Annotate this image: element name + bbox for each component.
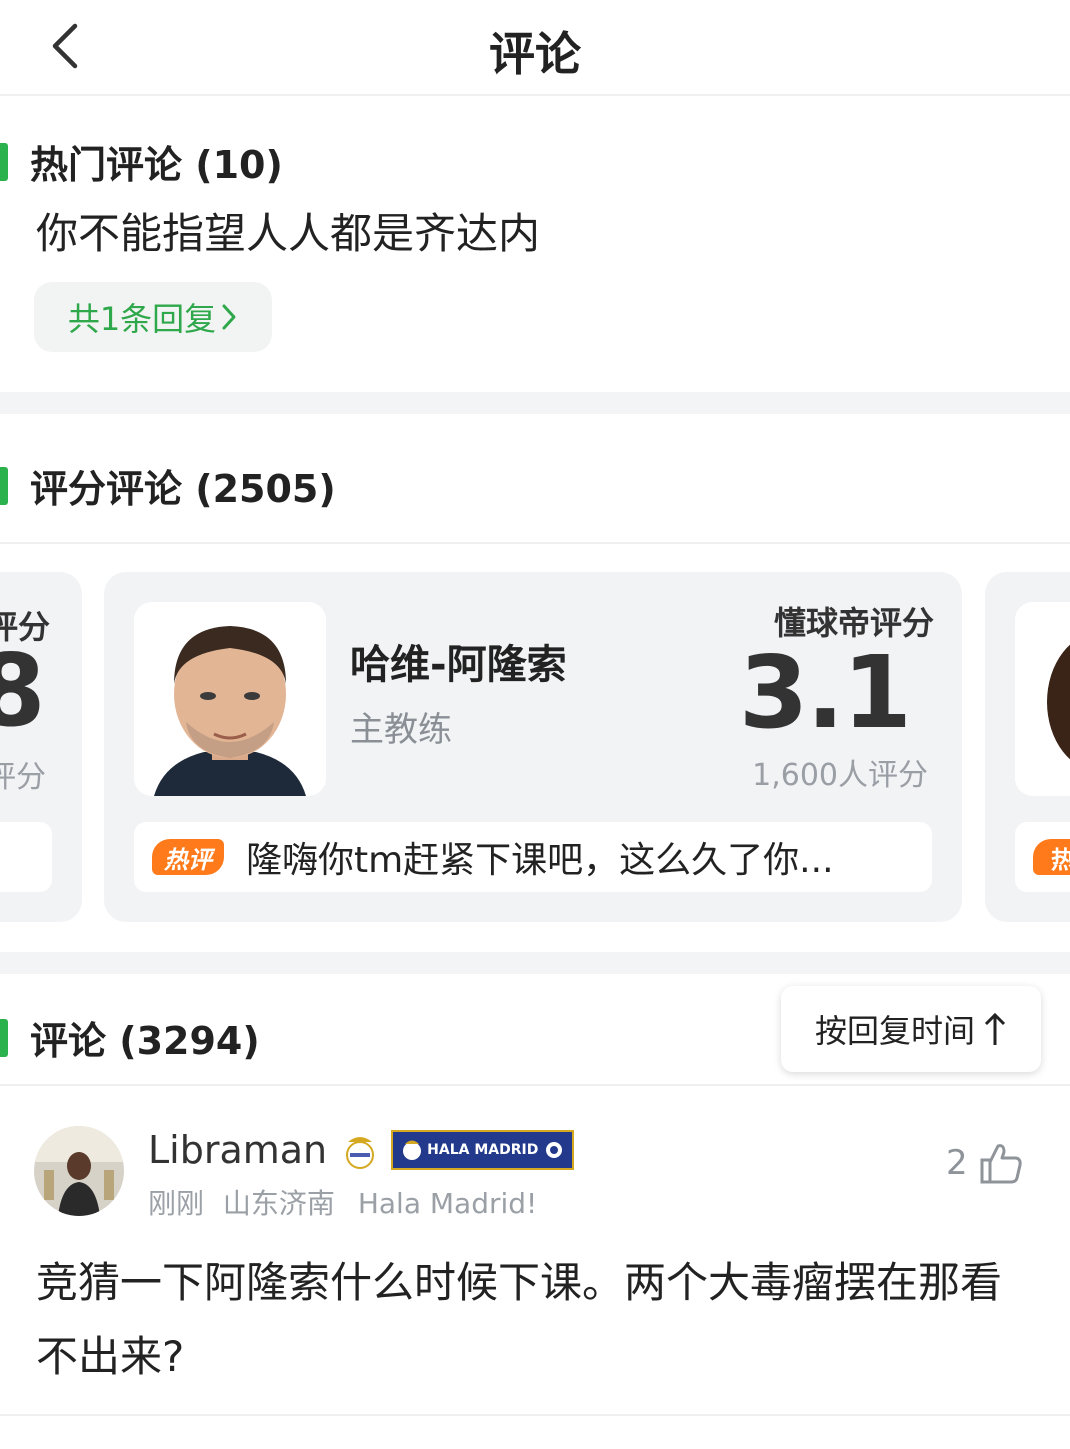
like-count: 2 bbox=[946, 1143, 968, 1183]
divider-line bbox=[0, 1084, 1070, 1086]
crest-icon bbox=[403, 1140, 422, 1160]
section-accent-bar bbox=[0, 466, 8, 505]
divider-line bbox=[0, 542, 1070, 544]
comment-time: 刚刚 bbox=[148, 1187, 205, 1220]
player-role: 主教练 bbox=[350, 710, 452, 750]
sort-button[interactable]: 按回复时间 bbox=[781, 986, 1041, 1072]
fan-badge-text: HALA MADRID bbox=[427, 1142, 539, 1158]
user-signature: Hala Madrid! bbox=[357, 1187, 538, 1220]
score-value: 3.1 bbox=[738, 634, 912, 751]
chevron-right-icon bbox=[222, 304, 236, 330]
section-divider bbox=[0, 952, 1070, 974]
thumbs-up-icon bbox=[980, 1144, 1022, 1184]
rating-comments-header: 评分评论 (2505) bbox=[0, 458, 336, 513]
rating-card-prev[interactable]: 评分 8 评分 bbox=[0, 572, 82, 922]
comment-username[interactable]: Libraman HALA MADRID bbox=[148, 1128, 575, 1172]
rating-card-next[interactable]: 热 bbox=[985, 572, 1070, 922]
hot-review-text: 隆嗨你tm赶紧下课吧，这么久了你... bbox=[246, 840, 834, 881]
score-count: 评分 bbox=[0, 760, 46, 795]
fan-badge: HALA MADRID bbox=[391, 1130, 575, 1170]
hot-comments-title: 热门评论 (10) bbox=[30, 143, 283, 187]
divider-line bbox=[0, 1414, 1070, 1416]
comment-meta: 刚刚 山东济南 Hala Madrid! bbox=[148, 1182, 537, 1222]
top-bar: 评论 bbox=[0, 0, 1070, 96]
hot-comment-bar[interactable]: 热评 隆嗨你tm赶紧下课吧，这么久了你... bbox=[134, 822, 932, 892]
hot-comment-bar: 热 bbox=[1015, 822, 1070, 892]
section-divider bbox=[0, 392, 1070, 414]
score-count: 1,600人评分 bbox=[752, 758, 928, 793]
avatar[interactable] bbox=[34, 1126, 124, 1216]
sort-label: 按回复时间 bbox=[814, 1012, 975, 1050]
rating-card[interactable]: 哈维-阿隆索 主教练 懂球帝评分 3.1 1,600人评分 热评 隆嗨你tm赶紧… bbox=[104, 572, 962, 922]
badge-circle-icon bbox=[546, 1142, 563, 1158]
hot-comment-bar bbox=[0, 822, 52, 892]
section-accent-bar bbox=[0, 1018, 8, 1057]
hot-review-badge: 热评 bbox=[152, 839, 224, 875]
player-photo bbox=[134, 602, 326, 796]
player-name: 哈维-阿隆索 bbox=[350, 642, 567, 688]
comment-text[interactable]: 竞猜一下阿隆索什么时候下课。两个大毒瘤摆在那看不出来? bbox=[36, 1246, 1036, 1394]
like-button[interactable]: 2 bbox=[946, 1140, 1024, 1186]
view-replies-button[interactable]: 共1条回复 bbox=[34, 282, 272, 352]
score-value: 8 bbox=[0, 632, 46, 749]
player-photo bbox=[1015, 602, 1070, 796]
hot-comments-header: 热门评论 (10) bbox=[0, 134, 283, 189]
real-madrid-crest-icon bbox=[346, 1137, 375, 1169]
username-text: Libraman bbox=[148, 1128, 328, 1172]
comments-title: 评论 (3294) bbox=[30, 1019, 260, 1063]
arrow-up-icon bbox=[984, 1012, 1006, 1045]
hot-comment-text[interactable]: 你不能指望人人都是齐达内 bbox=[36, 200, 540, 261]
rating-comments-title: 评分评论 (2505) bbox=[30, 467, 336, 511]
reply-count-label: 共1条回复 bbox=[67, 300, 217, 338]
section-accent-bar bbox=[0, 142, 8, 181]
comment-location: 山东济南 bbox=[222, 1187, 335, 1220]
page-title: 评论 bbox=[489, 27, 581, 81]
comments-header: 评论 (3294) bbox=[0, 1010, 260, 1065]
hot-review-badge: 热 bbox=[1033, 839, 1070, 875]
